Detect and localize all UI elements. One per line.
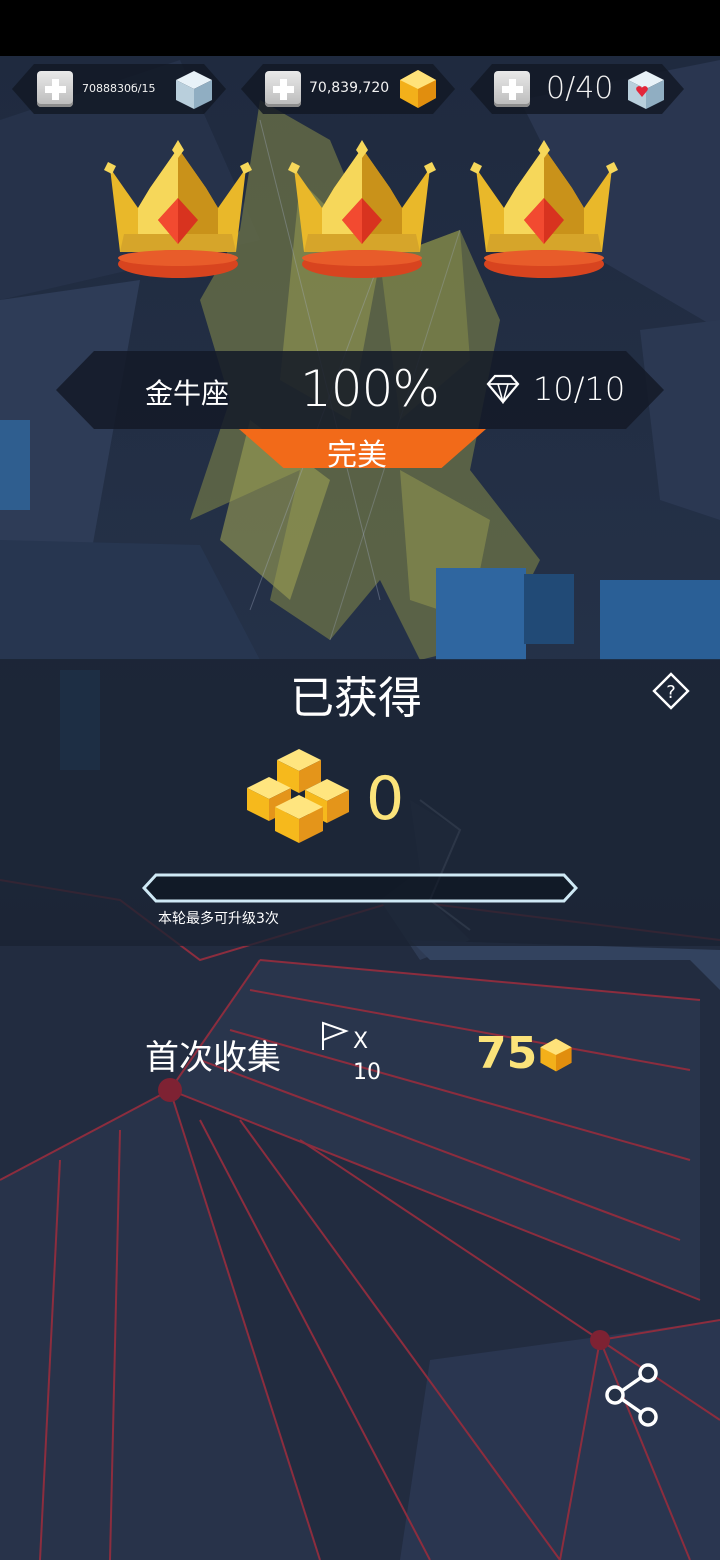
upgrade-progress-bar [142, 873, 578, 903]
crown-icon [470, 140, 618, 278]
svg-text:?: ? [666, 682, 676, 703]
first-collect-gems: 75 [476, 1028, 538, 1079]
upgrade-note: 本轮最多可升级3次 [158, 911, 279, 927]
gold-gem-count: 70,839,720 [309, 80, 390, 96]
heart-cube-currency-pill: 0/40 [470, 64, 684, 114]
blue-cube-count: 7088830б/15 [82, 82, 156, 95]
gold-gem-icon [540, 1038, 572, 1072]
add-gold-gem-button[interactable] [265, 71, 301, 107]
completion-percent: 100% [300, 360, 440, 418]
gold-gem-icon [396, 67, 440, 111]
reward-title: 已获得 [290, 673, 422, 724]
flag-count: 10 [353, 1060, 381, 1085]
flag-multiplier: X [353, 1029, 369, 1054]
diamond-count: 10/10 [533, 370, 626, 408]
blue-cube-icon [172, 67, 216, 111]
rank-label: 完美 [327, 438, 387, 473]
add-blue-cube-button[interactable] [37, 71, 73, 107]
status-bar [0, 0, 720, 56]
reward-amount: 0 [366, 764, 405, 834]
diamond-outline-icon [486, 374, 520, 404]
gold-gem-currency-pill: 70,839,720 [241, 64, 455, 114]
first-collect-label: 首次收集 [145, 1038, 281, 1078]
help-icon[interactable]: ? [652, 672, 690, 710]
share-icon[interactable] [602, 1362, 662, 1428]
crown-icon [288, 140, 436, 278]
add-heart-cube-button[interactable] [494, 71, 530, 107]
crown-icon [104, 140, 252, 278]
gold-cube-stack-icon [247, 749, 349, 843]
heart-cube-count: 0/40 [546, 71, 614, 106]
flag-icon [322, 1021, 349, 1050]
heart-cube-icon [624, 67, 668, 111]
level-name: 金牛座 [145, 377, 230, 410]
blue-cube-currency-pill: 7088830б/15 [12, 64, 226, 114]
